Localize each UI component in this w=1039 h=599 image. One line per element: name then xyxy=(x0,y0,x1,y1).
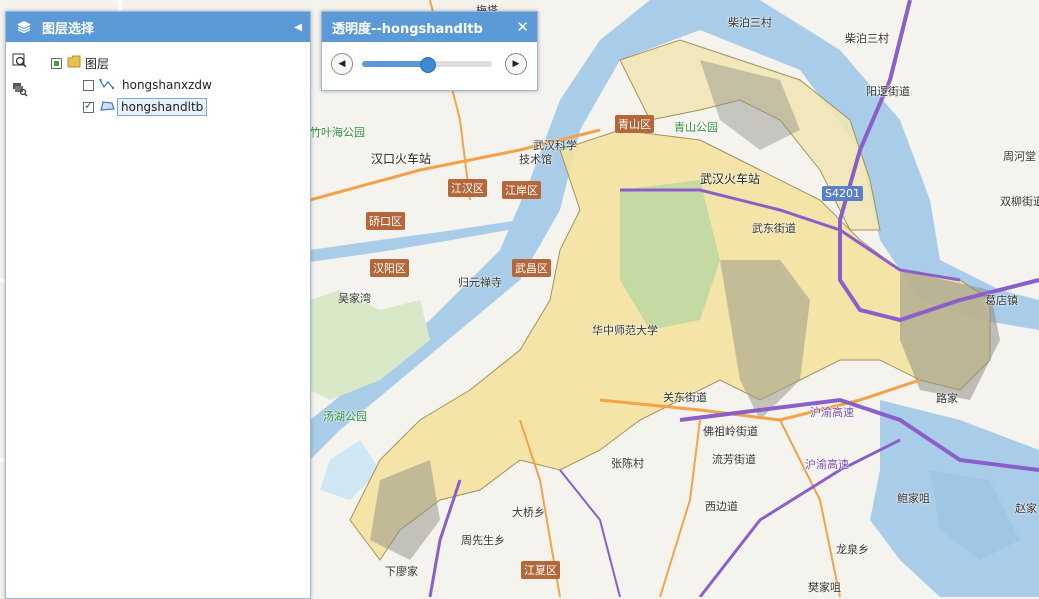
opacity-slider-fill xyxy=(362,61,427,67)
map-label: 周河堂 xyxy=(1003,150,1036,163)
collapse-panel-button[interactable]: ◀ xyxy=(294,22,302,33)
map-label: 流芳街道 xyxy=(712,453,756,466)
polygon-layer-icon xyxy=(99,100,115,115)
map-label: 归元禅寺 xyxy=(458,276,502,289)
panel-title: 图层选择 xyxy=(42,21,95,37)
map-label: 赵家 xyxy=(1015,502,1037,515)
opacity-slider[interactable] xyxy=(362,57,492,73)
map-label: 樊家咀 xyxy=(808,581,841,594)
map-label: 柴泊三村 xyxy=(845,32,889,45)
map-label: 葛店镇 xyxy=(985,294,1018,307)
highway-label: 沪渝高速 xyxy=(810,406,854,419)
map-label: 关东街道 xyxy=(663,391,707,404)
zoom-to-layer-icon[interactable] xyxy=(11,52,29,70)
map-label: 青山公园 xyxy=(674,121,718,134)
tree-root[interactable]: 图层 xyxy=(51,52,215,74)
map-label: 周先生乡 xyxy=(461,534,505,547)
map-label: 龙泉乡 xyxy=(836,543,869,556)
layer-row[interactable]: hongshanxzdw xyxy=(83,74,215,96)
map-label: 吴家湾 xyxy=(338,292,371,305)
map-label: 大桥乡 xyxy=(512,506,545,519)
map-label: 双柳街道 xyxy=(1000,195,1039,208)
panel-tools xyxy=(11,52,35,108)
layer-checkbox[interactable] xyxy=(83,99,94,113)
map-label: 武东街道 xyxy=(752,222,796,235)
opacity-dialog-header[interactable]: 透明度--hongshandltb ✕ xyxy=(322,12,537,42)
map-label: 路家 xyxy=(936,392,958,405)
root-label: 图层 xyxy=(85,56,110,71)
dialog-title: 透明度--hongshandltb xyxy=(332,21,483,37)
map-label: 竹叶海公园 xyxy=(310,126,365,139)
district-badge: 江岸区 xyxy=(502,181,541,199)
district-badge: 汉阳区 xyxy=(370,259,409,277)
layer-search-icon[interactable] xyxy=(11,80,29,98)
district-badge: 江夏区 xyxy=(521,561,560,579)
layers-icon xyxy=(13,12,35,42)
map-label: 阳逻街道 xyxy=(866,85,910,98)
increase-opacity-button[interactable]: ▶ xyxy=(505,53,527,75)
layer-label[interactable]: hongshandltb xyxy=(117,98,208,116)
map-label: 技术馆 xyxy=(519,153,552,166)
district-badge: 青山区 xyxy=(615,115,654,133)
layer-panel-header: 图层选择 ◀ xyxy=(6,12,310,42)
district-badge: 硚口区 xyxy=(366,212,405,230)
map-label: 汤湖公园 xyxy=(323,410,367,423)
layer-panel: 图层选择 ◀ 图层 hongshanxzdw ✓ hongshandltb xyxy=(5,11,311,599)
map-label: 汉口火车站 xyxy=(371,152,432,166)
close-icon[interactable]: ✕ xyxy=(516,18,529,36)
district-badge: 武昌区 xyxy=(512,259,551,277)
map-label: 下廖家 xyxy=(385,565,418,578)
district-badge: 江汉区 xyxy=(448,179,487,197)
opacity-dialog: 透明度--hongshandltb ✕ ◀ ▶ xyxy=(321,11,538,91)
layer-tree: 图层 hongshanxzdw hongshandltb xyxy=(51,52,215,118)
folder-icon xyxy=(67,55,81,71)
map-label: 武汉火车站 xyxy=(700,172,761,186)
root-checkbox[interactable] xyxy=(51,57,62,69)
line-layer-icon xyxy=(99,78,115,93)
map-label: 张陈村 xyxy=(611,457,644,470)
decrease-opacity-button[interactable]: ◀ xyxy=(331,53,353,75)
highway-shield: S4201 xyxy=(822,186,863,201)
map-label: 西边道 xyxy=(705,500,738,513)
highway-label: 沪渝高速 xyxy=(805,458,849,471)
map-label: 华中师范大学 xyxy=(592,324,658,337)
map-label: 鲍家咀 xyxy=(897,492,930,505)
map-label: 佛祖岭街道 xyxy=(703,425,758,438)
map-label: 柴泊三村 xyxy=(728,16,772,29)
layer-row[interactable]: hongshandltb xyxy=(83,96,215,118)
layer-label[interactable]: hongshanxzdw xyxy=(119,77,215,93)
opacity-slider-thumb[interactable] xyxy=(420,57,436,73)
layer-checkbox[interactable] xyxy=(83,79,94,91)
